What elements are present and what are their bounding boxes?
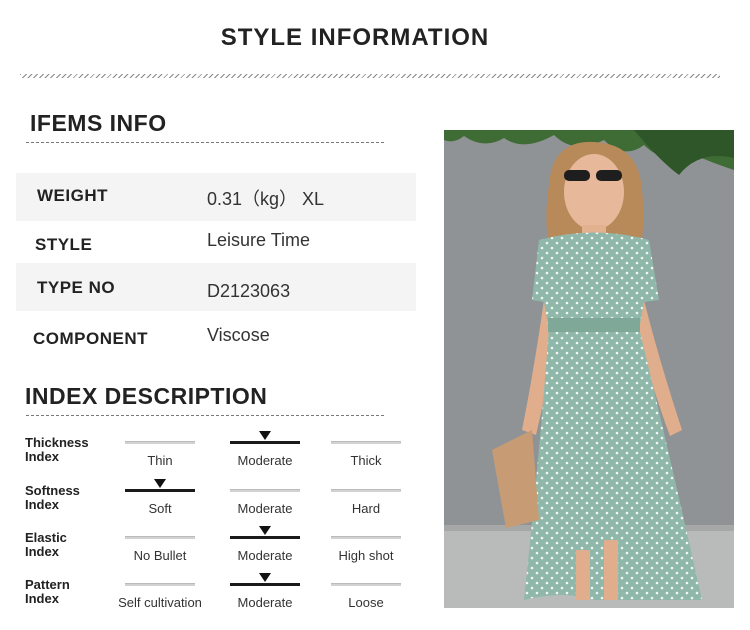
index-label-line2: Index [25, 544, 59, 559]
info-value: Viscose [207, 325, 270, 345]
index-scale-segment [230, 489, 300, 492]
index-option-label: Soft [148, 501, 172, 516]
index-scale-segment [125, 536, 195, 539]
index-scale-selected [125, 489, 195, 492]
index-option-label: Moderate [237, 501, 293, 516]
index-option-label: Self cultivation [118, 595, 202, 610]
info-value: D2123063 [207, 281, 291, 301]
model-in-dress-image [444, 130, 734, 608]
index-option-label: Moderate [237, 453, 293, 468]
index-scale-segment [331, 489, 401, 492]
info-value: 0.31（kg） XL [207, 189, 325, 209]
info-key: STYLE [35, 235, 93, 254]
selection-marker-icon [259, 526, 271, 535]
index-option-label: High shot [338, 548, 394, 563]
selection-marker-icon [259, 573, 271, 582]
index-label: Thickness Index [25, 436, 115, 464]
index-label-line1: Elastic [25, 530, 67, 545]
index-scale-segment [331, 441, 401, 444]
index-option-label: Thin [147, 453, 173, 468]
index-label-line2: Index [25, 497, 59, 512]
index-description-divider [26, 415, 384, 416]
items-info-divider [26, 142, 384, 143]
index-scale-selected [230, 441, 300, 444]
page-title: STYLE INFORMATION [220, 24, 490, 51]
index-label-line1: Softness [25, 483, 80, 498]
index-label-line2: Index [25, 449, 59, 464]
index-scale-selected [230, 583, 300, 586]
items-info-heading: IFEMS INFO [30, 110, 167, 136]
index-option-label: Hard [351, 501, 381, 516]
info-row-style: STYLE Leisure Time [16, 219, 416, 267]
index-label-line1: Thickness [25, 435, 89, 450]
index-scale-segment [125, 583, 195, 586]
index-option-label: Loose [348, 595, 384, 610]
index-scale-segment [331, 536, 401, 539]
index-label: Elastic Index [25, 531, 115, 559]
info-row-component: COMPONENT Viscose [16, 312, 416, 360]
index-option-label: No Bullet [133, 548, 187, 563]
product-photo [444, 130, 734, 608]
index-label: Pattern Index [25, 578, 115, 606]
header-divider [20, 74, 720, 78]
selection-marker-icon [154, 479, 166, 488]
info-key: TYPE NO [37, 278, 116, 297]
index-option-label: Moderate [237, 595, 293, 610]
info-key: WEIGHT [37, 186, 108, 205]
index-scale-segment [125, 441, 195, 444]
info-value: Leisure Time [207, 230, 311, 250]
index-label-line1: Pattern [25, 577, 70, 592]
selection-marker-icon [259, 431, 271, 440]
index-description-heading: INDEX DESCRIPTION [25, 383, 268, 409]
index-scale-segment [331, 583, 401, 586]
index-option-label: Thick [350, 453, 382, 468]
index-label: Softness Index [25, 484, 115, 512]
index-scale-selected [230, 536, 300, 539]
info-row-weight: WEIGHT 0.31（kg） XL [16, 173, 416, 221]
info-row-type-no: TYPE NO D2123063 [16, 263, 416, 311]
info-key: COMPONENT [33, 329, 148, 348]
index-option-label: Moderate [237, 548, 293, 563]
index-label-line2: Index [25, 591, 59, 606]
